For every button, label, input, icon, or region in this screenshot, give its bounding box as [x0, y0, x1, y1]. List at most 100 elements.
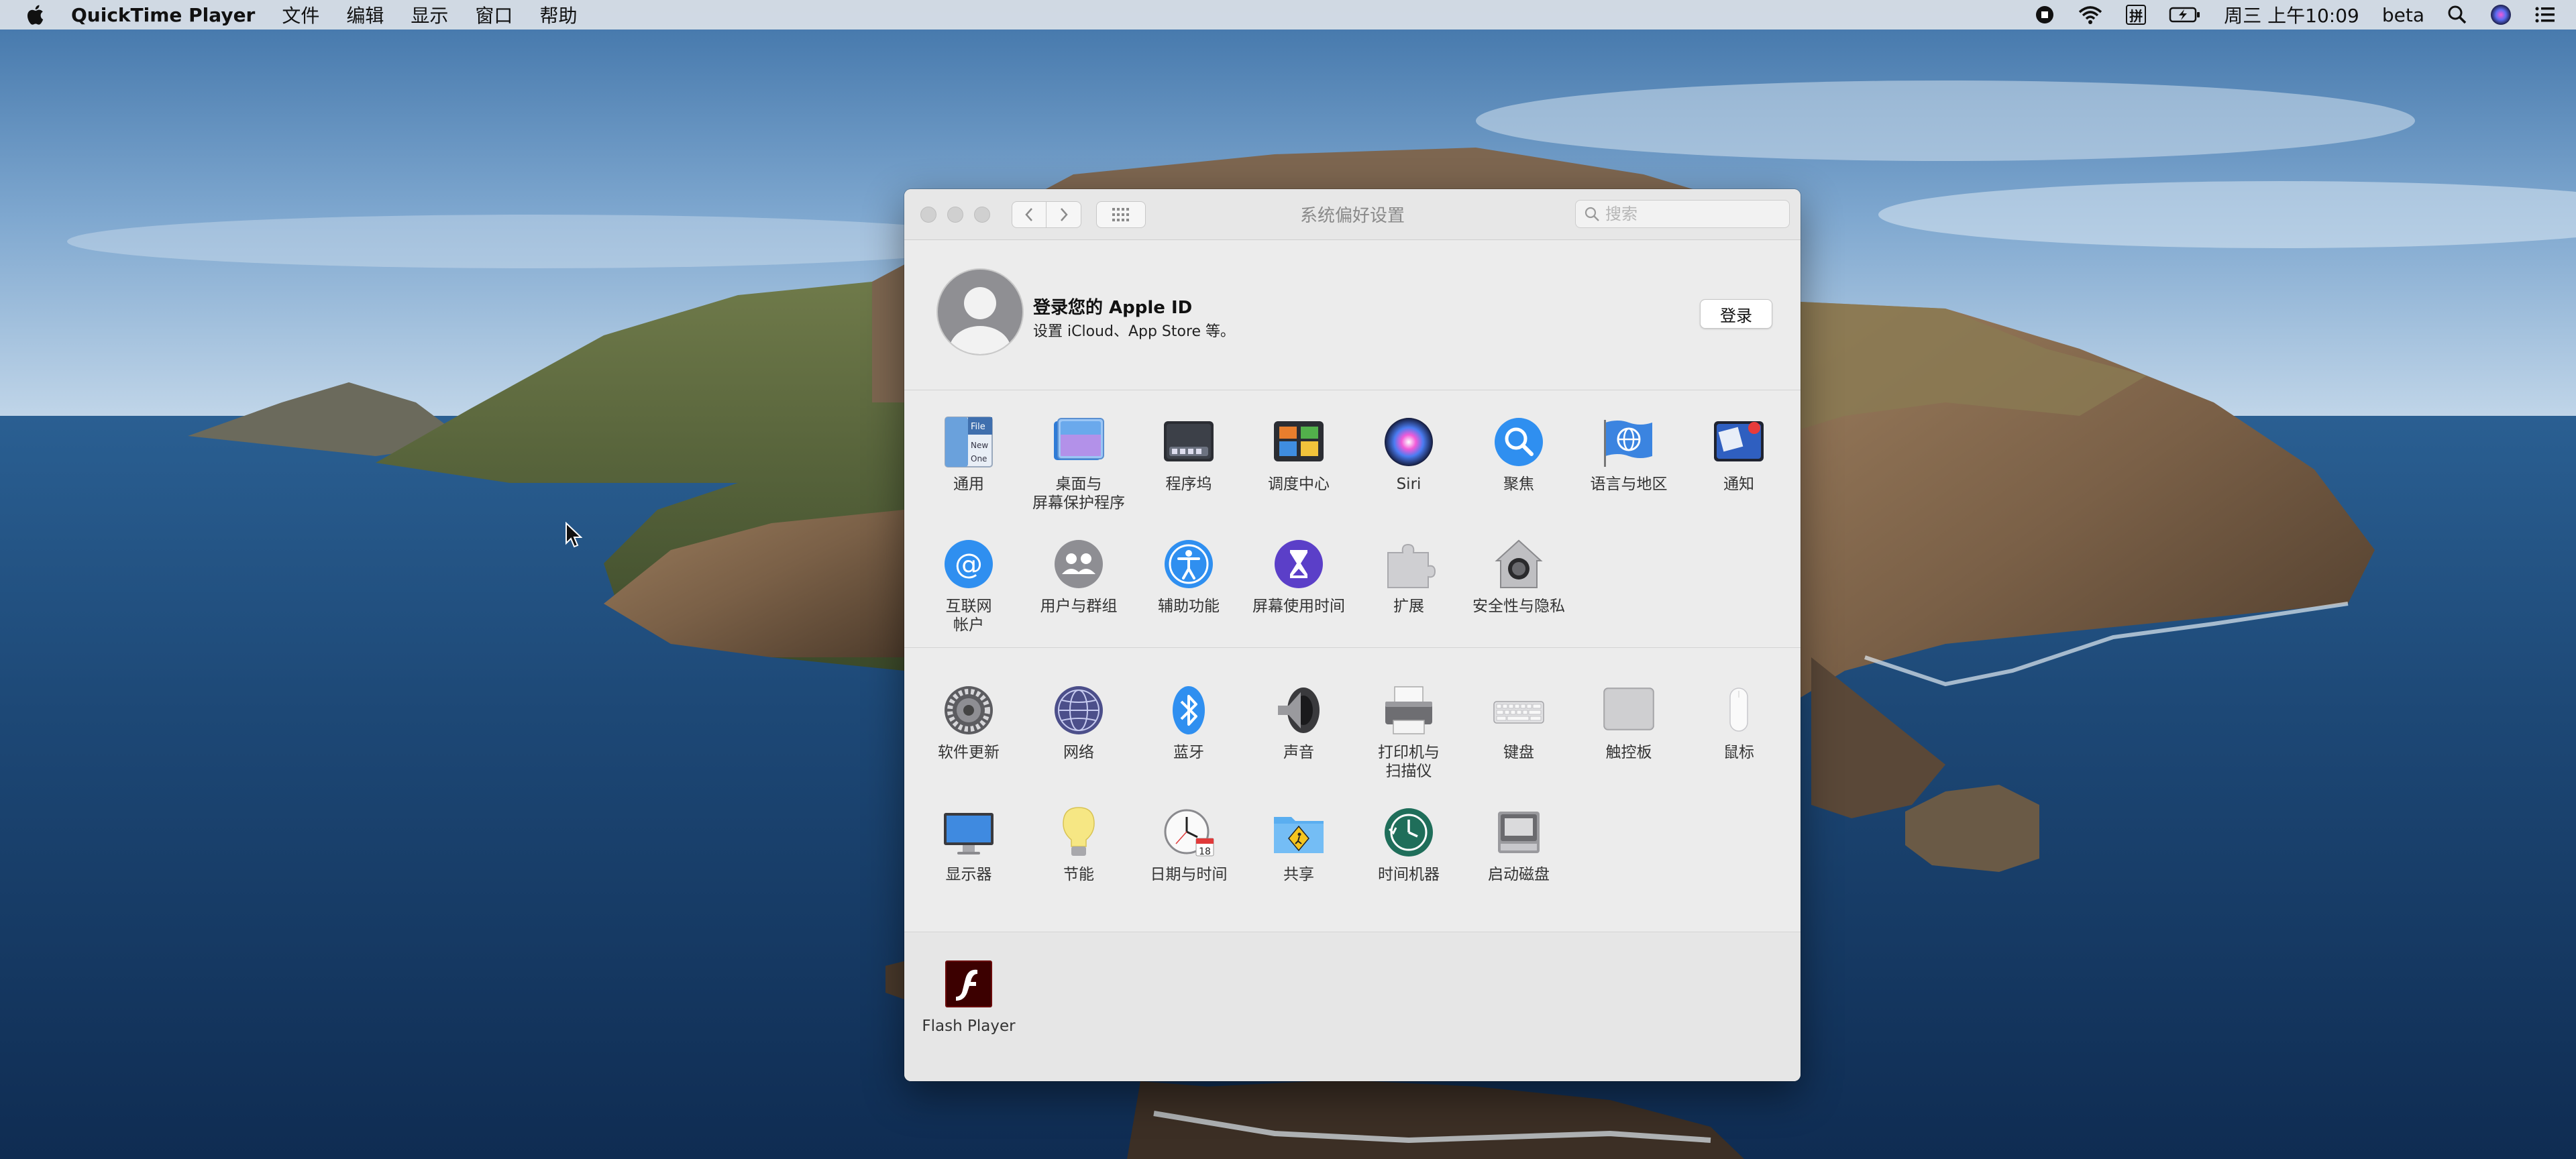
pref-notifications[interactable]: 通知: [1684, 415, 1794, 494]
bluetooth-icon: [1173, 686, 1205, 734]
pref-software-update[interactable]: 软件更新: [914, 683, 1024, 762]
close-button[interactable]: [920, 206, 936, 223]
forward-button[interactable]: [1046, 201, 1081, 228]
navigation-buttons: [1012, 201, 1081, 228]
notifications-icon: [1714, 421, 1764, 461]
puzzle-piece-icon: [1387, 543, 1436, 588]
mission-control-icon: [1274, 421, 1324, 461]
pref-label: Flash Player: [922, 1017, 1016, 1035]
pref-startup-disk[interactable]: 启动磁盘: [1464, 805, 1574, 884]
pref-spotlight[interactable]: 聚焦: [1464, 415, 1574, 494]
pref-language-region[interactable]: 语言与地区: [1574, 415, 1684, 494]
chevron-right-icon: [1060, 207, 1068, 221]
pref-label: 调度中心: [1268, 476, 1330, 493]
grid-icon: [1112, 207, 1129, 221]
pref-mouse[interactable]: 鼠标: [1684, 683, 1794, 762]
language-region-icon: [1604, 420, 1652, 467]
siri-icon[interactable]: [2490, 4, 2512, 25]
mouse-cursor-icon: [566, 522, 582, 548]
pref-label: 显示器: [945, 866, 992, 883]
menubar-user[interactable]: beta: [2382, 4, 2424, 26]
pref-dock[interactable]: 程序坞: [1134, 415, 1244, 494]
menu-edit[interactable]: 编辑: [346, 1, 384, 28]
pref-label: 语言与地区: [1590, 476, 1668, 493]
apple-id-banner: 登录您的 Apple ID 设置 iCloud、App Store 等。 登录: [904, 240, 1801, 390]
avatar[interactable]: [936, 268, 1024, 355]
search-field[interactable]: [1575, 200, 1790, 228]
show-all-button[interactable]: [1096, 201, 1146, 228]
screen-recording-icon[interactable]: [2035, 5, 2055, 25]
notification-center-icon[interactable]: [2534, 5, 2556, 24]
pref-internet-accounts[interactable]: @ 互联网 帐户: [914, 537, 1024, 634]
minimize-button[interactable]: [947, 206, 963, 223]
pref-label: 日期与时间: [1150, 866, 1228, 883]
pref-label: 打印机与 扫描仪: [1378, 744, 1440, 780]
pref-printers-scanners[interactable]: 打印机与 扫描仪: [1354, 683, 1464, 781]
gear-icon: [945, 686, 993, 734]
general-icon: File New One: [945, 417, 993, 467]
app-name-menu[interactable]: QuickTime Player: [71, 4, 255, 26]
menu-view[interactable]: 显示: [411, 1, 448, 28]
pref-desktop-screensaver[interactable]: 桌面与 屏幕保护程序: [1024, 415, 1134, 512]
flash-player-icon: [945, 960, 992, 1007]
pref-keyboard[interactable]: 键盘: [1464, 683, 1574, 762]
pref-label: 通知: [1723, 476, 1754, 493]
speaker-icon: [1278, 687, 1320, 733]
pref-sharing[interactable]: 共享: [1244, 805, 1354, 884]
pref-siri[interactable]: Siri: [1354, 415, 1464, 494]
apple-menu-icon[interactable]: [24, 3, 48, 27]
printer-icon: [1385, 686, 1432, 734]
spotlight-icon[interactable]: [2447, 5, 2467, 25]
pref-accessibility[interactable]: 辅助功能: [1134, 537, 1244, 616]
search-icon: [1585, 207, 1599, 221]
mouse-icon: [1729, 687, 1748, 732]
menu-help[interactable]: 帮助: [539, 1, 577, 28]
pref-label: 用户与群组: [1040, 598, 1118, 615]
back-button[interactable]: [1012, 201, 1046, 228]
other-prefs-section: Flash Player: [904, 932, 1801, 1081]
pref-security-privacy[interactable]: 安全性与隐私: [1464, 537, 1574, 616]
svg-text:File: File: [971, 422, 985, 432]
pref-flash-player[interactable]: Flash Player: [914, 956, 1024, 1036]
pref-label: Siri: [1396, 476, 1421, 493]
pref-label: 触控板: [1605, 744, 1652, 761]
svg-text:@: @: [955, 547, 983, 580]
pref-sound[interactable]: 声音: [1244, 683, 1354, 762]
pref-energy-saver[interactable]: 节能: [1024, 805, 1134, 884]
pref-bluetooth[interactable]: 蓝牙: [1134, 683, 1244, 762]
pref-displays[interactable]: 显示器: [914, 805, 1024, 884]
desktop-screensaver-icon: [1054, 418, 1104, 460]
menu-window[interactable]: 窗口: [475, 1, 513, 28]
pref-label: 软件更新: [938, 744, 1000, 761]
wifi-icon[interactable]: [2078, 5, 2103, 25]
pref-date-time[interactable]: 18 日期与时间: [1134, 805, 1244, 884]
pref-general[interactable]: File New One 通用: [914, 415, 1024, 494]
window-controls: [920, 206, 1001, 223]
pref-mission-control[interactable]: 调度中心: [1244, 415, 1354, 494]
pref-trackpad[interactable]: 触控板: [1574, 683, 1684, 762]
pref-label: 共享: [1283, 866, 1314, 883]
apple-id-title: 登录您的 Apple ID: [1033, 298, 1193, 318]
zoom-button[interactable]: [974, 206, 990, 223]
pref-network[interactable]: 网络: [1024, 683, 1134, 762]
pref-label: 节能: [1063, 866, 1094, 883]
search-input[interactable]: [1605, 205, 1780, 223]
pref-time-machine[interactable]: 时间机器: [1354, 805, 1464, 884]
shared-folder-icon: [1274, 817, 1324, 853]
menubar-clock[interactable]: 周三 上午10:09: [2224, 1, 2359, 28]
pref-label: 互联网 帐户: [945, 598, 992, 634]
pref-label: 扩展: [1393, 598, 1424, 615]
menu-file[interactable]: 文件: [282, 1, 319, 28]
pref-label: 桌面与 屏幕保护程序: [1032, 476, 1125, 512]
pref-extensions[interactable]: 扩展: [1354, 537, 1464, 616]
battery-icon[interactable]: [2169, 6, 2201, 23]
pref-label: 屏幕使用时间: [1252, 598, 1345, 615]
keyboard-icon: [1493, 701, 1544, 724]
pref-users-groups[interactable]: 用户与群组: [1024, 537, 1134, 616]
login-button[interactable]: 登录: [1700, 299, 1772, 329]
hourglass-icon: [1275, 540, 1323, 588]
input-method-icon[interactable]: 拼: [2126, 5, 2147, 25]
pref-label: 启动磁盘: [1488, 866, 1550, 883]
globe-icon: [1055, 686, 1103, 734]
pref-screen-time[interactable]: 屏幕使用时间: [1244, 537, 1354, 616]
